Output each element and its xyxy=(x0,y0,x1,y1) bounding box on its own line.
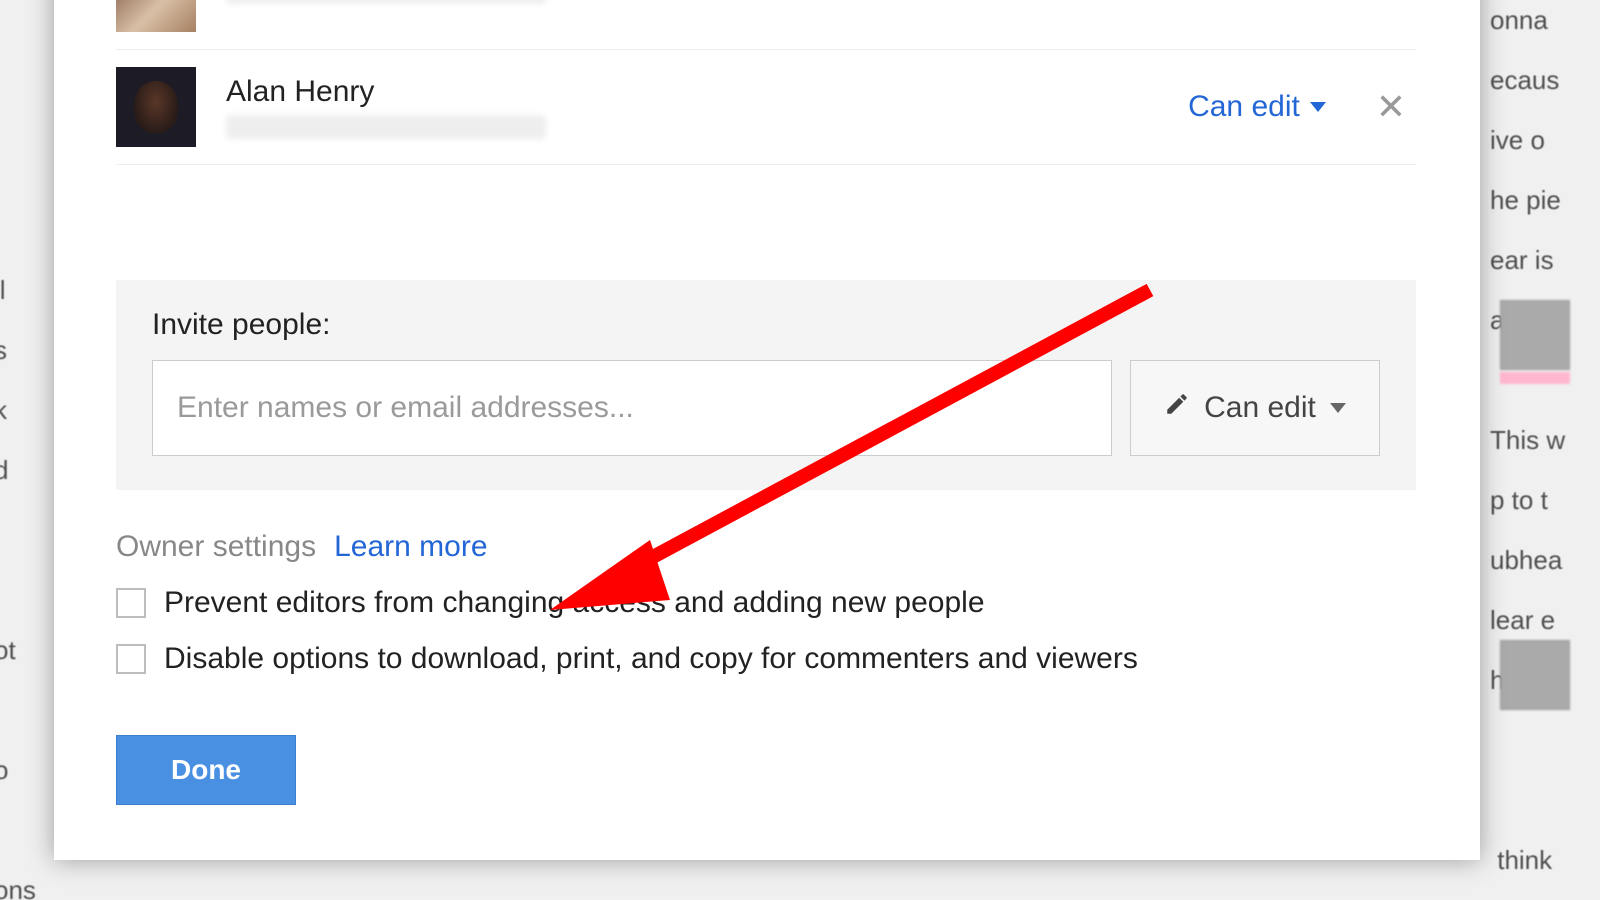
permission-dropdown[interactable]: Can edit xyxy=(1188,90,1366,124)
sharing-dialog: Alan Henry Can edit ✕ Invite people: Can… xyxy=(54,0,1480,860)
disable-download-checkbox[interactable] xyxy=(116,644,146,674)
redacted-email xyxy=(226,115,546,139)
person-name: Alan Henry xyxy=(226,75,1188,109)
close-icon: ✕ xyxy=(1376,86,1406,127)
person-info: Alan Henry xyxy=(226,75,1188,139)
invite-label: Invite people: xyxy=(152,308,1380,342)
person-row xyxy=(116,0,1416,50)
prevent-editors-label: Prevent editors from changing access and… xyxy=(164,586,985,620)
done-button-label: Done xyxy=(171,754,241,786)
avatar xyxy=(116,67,196,147)
owner-settings: Owner settings Learn more Prevent editor… xyxy=(116,530,1138,676)
remove-person-button[interactable]: ✕ xyxy=(1366,86,1416,128)
background-thumbnail xyxy=(1500,640,1570,710)
invite-input[interactable] xyxy=(152,360,1112,456)
invite-section: Invite people: Can edit xyxy=(116,280,1416,490)
avatar xyxy=(116,0,196,32)
person-row: Alan Henry Can edit ✕ xyxy=(116,50,1416,165)
invite-permission-label: Can edit xyxy=(1204,391,1316,425)
background-accent xyxy=(1500,372,1570,384)
background-text-right: onna ecaus ive o he pie ear is aveat Thi… xyxy=(1490,0,1600,900)
background-text-left: il s k d ot o ons xyxy=(0,0,54,900)
pencil-icon xyxy=(1164,391,1190,425)
disable-download-label: Disable options to download, print, and … xyxy=(164,642,1138,676)
caret-down-icon xyxy=(1310,102,1326,112)
done-button[interactable]: Done xyxy=(116,735,296,805)
person-info xyxy=(226,0,1416,4)
background-thumbnail xyxy=(1500,300,1570,370)
invite-row: Can edit xyxy=(152,360,1380,456)
owner-settings-heading: Owner settings xyxy=(116,530,316,564)
redacted-email xyxy=(226,0,546,4)
learn-more-link[interactable]: Learn more xyxy=(334,530,487,564)
permission-label: Can edit xyxy=(1188,90,1300,124)
invite-permission-button[interactable]: Can edit xyxy=(1130,360,1380,456)
caret-down-icon xyxy=(1330,403,1346,413)
prevent-editors-checkbox[interactable] xyxy=(116,588,146,618)
